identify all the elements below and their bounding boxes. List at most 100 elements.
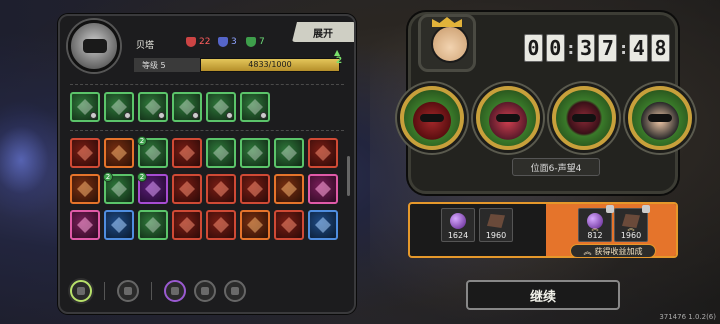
skill-glyph-icon xyxy=(213,217,229,233)
bonus-reward-gem[interactable]: ︽ 812 xyxy=(578,205,614,242)
skill-icon[interactable] xyxy=(240,174,270,204)
run-timer: 0 0 : 3 7 : 4 8 xyxy=(524,34,670,62)
exp-text: 4833/1000 xyxy=(248,60,292,69)
skill-icon[interactable]: 2 xyxy=(137,172,168,204)
boss-face-icon xyxy=(572,114,596,122)
skill-glyph-icon xyxy=(145,181,161,197)
skill-icon[interactable]: 2 xyxy=(137,136,168,168)
weapon-filter-button[interactable] xyxy=(117,280,139,302)
skill-glyph-icon xyxy=(281,217,297,233)
green-stat-icon xyxy=(246,37,256,47)
skill-icon[interactable] xyxy=(308,210,338,240)
skill-icon[interactable] xyxy=(104,92,134,122)
skill-icon[interactable] xyxy=(70,174,100,204)
skill-icon[interactable] xyxy=(138,92,168,122)
skill-icon[interactable] xyxy=(138,210,168,240)
skill-icon[interactable] xyxy=(274,174,304,204)
hero-avatar[interactable] xyxy=(68,20,120,72)
exp-bar: 4833/1000 xyxy=(200,58,340,72)
timer-digit: 0 xyxy=(545,34,565,62)
skill-glyph-icon xyxy=(111,217,127,233)
skill-grid-row: 22 xyxy=(70,172,338,204)
stat-red: 22 xyxy=(186,37,210,47)
reward-count: 1960 xyxy=(485,231,507,240)
skill-icon[interactable] xyxy=(308,174,338,204)
upgrade-dot-icon xyxy=(124,112,131,119)
skill-icon[interactable] xyxy=(104,210,134,240)
skill-icon[interactable] xyxy=(308,138,338,168)
divider xyxy=(70,84,344,85)
reward-rock[interactable]: 1960 xyxy=(479,208,513,242)
upgrade-dot-icon xyxy=(90,112,97,119)
skill-glyph-icon xyxy=(247,181,263,197)
skill-glyph-icon xyxy=(213,145,229,161)
skill-glyph-icon xyxy=(315,145,331,161)
boss-face-icon xyxy=(648,114,672,122)
upgrade-dot-icon xyxy=(260,112,267,119)
skill-icon[interactable] xyxy=(206,138,236,168)
purple-gem-icon xyxy=(450,213,466,229)
bonus-reward-rock[interactable]: ︽ 1960 xyxy=(614,205,650,242)
level-label: 等级 5 xyxy=(134,58,200,72)
level-up-badge[interactable]: 2 xyxy=(332,48,346,74)
skill-glyph-icon xyxy=(247,145,263,161)
skill-icon[interactable] xyxy=(240,210,270,240)
upgrade-dot-icon xyxy=(226,112,233,119)
timer-digit: 7 xyxy=(598,34,618,62)
skill-icon[interactable] xyxy=(172,138,202,168)
skill-icon[interactable] xyxy=(70,92,100,122)
skill-icon[interactable] xyxy=(172,210,202,240)
skill-glyph-icon xyxy=(179,217,195,233)
skill-glyph-icon xyxy=(281,145,297,161)
skill-icon[interactable] xyxy=(206,174,236,204)
defeated-boss-4[interactable] xyxy=(628,86,692,150)
defeated-boss-2[interactable] xyxy=(476,86,540,150)
skill-grid-row xyxy=(70,210,338,240)
skill-scrollbar[interactable] xyxy=(347,156,350,196)
skill-icon[interactable] xyxy=(240,92,270,122)
timer-digit: 3 xyxy=(576,34,596,62)
defeated-boss-3[interactable] xyxy=(552,86,616,150)
skill-icon[interactable] xyxy=(240,138,270,168)
continue-button[interactable]: 继续 xyxy=(466,280,620,310)
skill-filter-button[interactable] xyxy=(164,280,186,302)
skill-icon[interactable] xyxy=(274,138,304,168)
boss-face-icon xyxy=(420,114,444,122)
timer-colon: : xyxy=(620,38,627,58)
skill-icon[interactable] xyxy=(172,174,202,204)
skill-glyph-icon xyxy=(315,217,331,233)
skill-glyph-icon xyxy=(179,145,195,161)
book-filter-button[interactable] xyxy=(224,280,246,302)
bonus-label[interactable]: ︽ 获得收益加成 xyxy=(570,244,656,258)
hero-name: 贝塔 xyxy=(136,41,155,51)
level-badge-icon: 2 xyxy=(103,172,113,182)
skill-icon[interactable] xyxy=(104,138,134,168)
stat-green: 7 xyxy=(246,37,265,47)
spiral-filter-button[interactable] xyxy=(194,280,216,302)
skill-glyph-icon xyxy=(145,145,161,161)
bottom-toolbar xyxy=(70,278,348,304)
reward-gem[interactable]: 1624 xyxy=(441,208,475,242)
upgrade-dot-icon xyxy=(192,112,199,119)
defeated-boss-1[interactable] xyxy=(400,86,464,150)
skill-icon[interactable] xyxy=(172,92,202,122)
chevron-up-icon: ︽ xyxy=(583,246,592,256)
skill-icon[interactable]: 2 xyxy=(103,172,134,204)
toolbar-divider xyxy=(104,282,105,300)
hero-panel: 贝塔 22 3 7 展开 等级 5 4833/1000 2 2 22 xyxy=(58,14,356,314)
lock-icon xyxy=(606,205,614,213)
skill-glyph-icon xyxy=(111,145,127,161)
timer-digit: 0 xyxy=(524,34,543,62)
timer-digit: 8 xyxy=(651,34,670,62)
skill-icon[interactable] xyxy=(274,210,304,240)
skill-icon[interactable] xyxy=(70,138,100,168)
skill-glyph-icon xyxy=(213,181,229,197)
filter-all-button[interactable] xyxy=(70,280,92,302)
skill-glyph-icon xyxy=(247,217,263,233)
skill-icon[interactable] xyxy=(206,210,236,240)
expand-button[interactable]: 展开 xyxy=(292,22,354,42)
ore-icon xyxy=(487,214,505,228)
skill-glyph-icon xyxy=(111,181,127,197)
skill-icon[interactable] xyxy=(206,92,236,122)
skill-icon[interactable] xyxy=(70,210,100,240)
